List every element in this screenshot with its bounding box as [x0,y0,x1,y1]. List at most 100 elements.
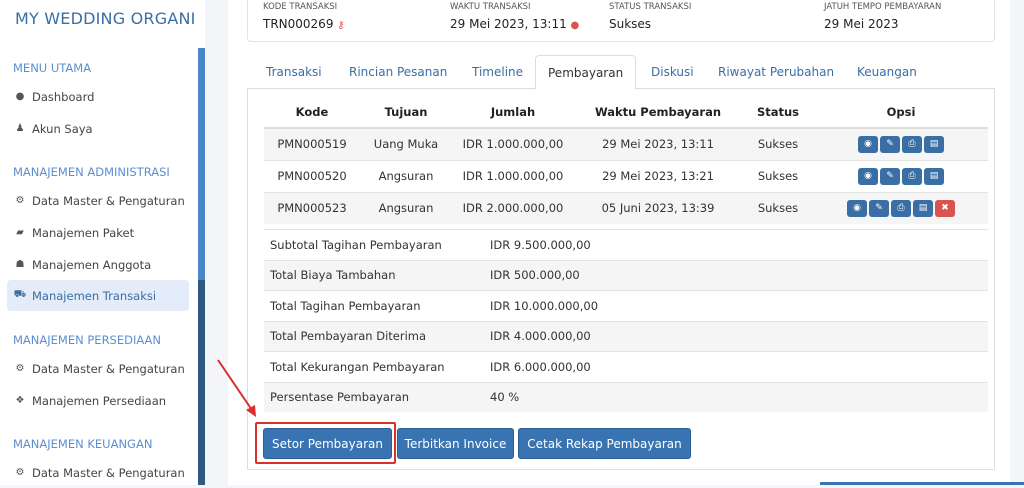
table-cell: 05 Juni 2023, 13:39 [574,191,742,224]
sidebar-item-manajemen-persediaan[interactable]: ❖ Manajemen Persediaan [7,385,189,416]
gears-icon: ⚙ [15,467,25,478]
table-cell: PMN000519 [264,127,360,160]
transaction-status: Sukses [609,17,652,31]
table-cell: Sukses [742,159,814,192]
table-cell: Angsuran [360,191,452,224]
main-content: KODE TRANSAKSI TRN000269 ⚷ WAKTU TRANSAKS… [228,0,1010,485]
info-label: KODE TRANSAKSI [263,2,338,12]
view-button[interactable]: ◉ [847,199,867,217]
cetak-rekap-button[interactable]: Cetak Rekap Pembayaran [518,428,691,459]
summary-label: Subtotal Tagihan Pembayaran [270,237,442,252]
edit-button[interactable]: ✎ [880,135,900,153]
table-row: PMN000519 Uang Muka IDR 1.000.000,00 29 Mei… [264,127,988,160]
cart-icon: ⛟ [13,289,27,300]
sidebar-item-dashboard[interactable]: ● Dashboard [7,81,189,112]
sidebar-item-data-master-persediaan[interactable]: ⚙ Data Master & Pengaturan [7,353,189,384]
globe-icon: ● [570,20,580,31]
globe-icon: ● [15,91,25,102]
file-button[interactable]: ▤ [913,199,933,217]
highlight-box [255,422,396,464]
section-keuangan: MANAJEMEN KEUANGAN [13,437,153,451]
book-icon: ▰ [16,227,24,238]
tab-timeline[interactable]: Timeline [460,55,535,89]
col-waktu: Waktu Pembayaran [574,97,742,129]
summary-row: Persentase Pembayaran 40 % [264,381,988,412]
summary-value: IDR 6.000.000,00 [490,359,591,374]
section-menu-utama: MENU UTAMA [13,61,92,75]
summary-label: Total Biaya Tambahan [270,268,396,283]
edit-button[interactable]: ✎ [869,199,889,217]
col-tujuan: Tujuan [360,97,452,129]
table-row: PMN000523 Angsuran IDR 2.000.000,00 05 Juni… [264,191,988,224]
cubes-icon: ❖ [15,395,25,406]
table-cell: Uang Muka [360,127,452,160]
summary-value: IDR 9.500.000,00 [490,237,591,252]
options-cell: ◉ ✎ ⎙ ▤ [814,159,988,192]
col-status: Status [742,97,814,129]
section-persediaan: MANAJEMEN PERSEDIAAN [13,333,162,347]
users-icon: ☗ [15,259,25,270]
options-cell: ◉ ✎ ⎙ ▤ [814,127,988,160]
info-label: WAKTU TRANSAKSI [450,2,531,12]
sidebar: MY WEDDING ORGANIZER MENU UTAMA ●Dashboa… [0,0,198,485]
summary-value: IDR 500.000,00 [490,268,580,283]
tab-keuangan[interactable]: Keuangan [845,55,929,89]
gears-icon: ⚙ [15,195,25,206]
tab-diskusi[interactable]: Diskusi [639,55,706,89]
sidebar-item-manajemen-paket[interactable]: ▰ Manajemen Paket [7,217,189,248]
sidebar-item-data-master-admin[interactable]: ⚙ Data Master & Pengaturan [7,185,189,216]
summary-row: Total Tagihan Pembayaran IDR 10.000.000,0… [264,290,988,321]
sidebar-item-data-master-keuangan[interactable]: ⚙ Data Master & Pengaturan [7,457,189,488]
terbitkan-invoice-button[interactable]: Terbitkan Invoice [397,428,514,459]
due-date: 29 Mei 2023 [824,17,899,31]
info-label: STATUS TRANSAKSI [609,2,692,12]
transaction-info-card: KODE TRANSAKSI TRN000269 ⚷ WAKTU TRANSAKS… [247,0,995,42]
col-jumlah: Jumlah [452,97,574,129]
annotation-arrow [217,359,256,417]
sidebar-item-akun-saya[interactable]: ♟ Akun Saya [7,113,189,144]
print-button[interactable]: ⎙ [891,199,911,217]
sidebar-item-manajemen-transaksi[interactable]: ⛟ Manajemen Transaksi [7,280,189,311]
tab-pembayaran[interactable]: Pembayaran [535,55,637,90]
summary-row: Total Pembayaran Diterima IDR 4.000.000,0… [264,320,988,351]
table-row: PMN000520 Angsuran IDR 1.000.000,00 29 Mei … [264,159,988,192]
transaction-time: 29 Mei 2023, 13:11 [450,17,567,31]
table-cell: PMN000520 [264,159,360,192]
table-cell: PMN000523 [264,191,360,224]
tab-riwayat-perubahan[interactable]: Riwayat Perubahan [706,55,846,89]
delete-button[interactable]: ✖ [935,199,955,217]
gears-icon: ⚙ [15,363,25,374]
summary-row: Total Biaya Tambahan IDR 500.000,00 [264,259,988,290]
edit-button[interactable]: ✎ [880,167,900,185]
view-button[interactable]: ◉ [858,135,878,153]
payment-panel: Kode Tujuan Jumlah Waktu Pembayaran Stat… [247,88,995,470]
summary-label: Total Kekurangan Pembayaran [270,359,445,374]
file-button[interactable]: ▤ [924,135,944,153]
app-title: MY WEDDING ORGANIZER [15,8,195,28]
options-cell: ◉ ✎ ⎙ ▤ ✖ [814,191,988,224]
app-logo[interactable]: MY WEDDING ORGANIZER [7,8,195,28]
user-icon: ♟ [15,123,25,134]
summary-label: Total Pembayaran Diterima [270,329,427,344]
summary-label: Total Tagihan Pembayaran [270,298,421,313]
tab-transaksi[interactable]: Transaksi [254,55,334,89]
print-button[interactable]: ⎙ [902,167,922,185]
summary-label: Persentase Pembayaran [270,390,410,405]
col-opsi: Opsi [814,97,988,129]
sidebar-item-manajemen-anggota[interactable]: ☗ Manajemen Anggota [7,249,189,280]
file-button[interactable]: ▤ [924,167,944,185]
table-cell: IDR 2.000.000,00 [452,191,574,224]
table-cell: 29 Mei 2023, 13:21 [574,159,742,192]
sidebar-scrollbar[interactable] [198,0,205,485]
tab-rincian-pesanan[interactable]: Rincian Pesanan [337,55,459,89]
summary-value: IDR 4.000.000,00 [490,329,591,344]
tab-bar: Transaksi Rincian Pesanan Timeline Pemba… [247,55,995,90]
print-button[interactable]: ⎙ [902,135,922,153]
view-button[interactable]: ◉ [858,167,878,185]
col-kode: Kode [264,97,360,129]
table-cell: Sukses [742,191,814,224]
summary-value: 40 % [490,390,520,405]
section-administrasi: MANAJEMEN ADMINISTRASI [13,165,170,179]
table-cell: Angsuran [360,159,452,192]
table-cell: 29 Mei 2023, 13:11 [574,127,742,160]
